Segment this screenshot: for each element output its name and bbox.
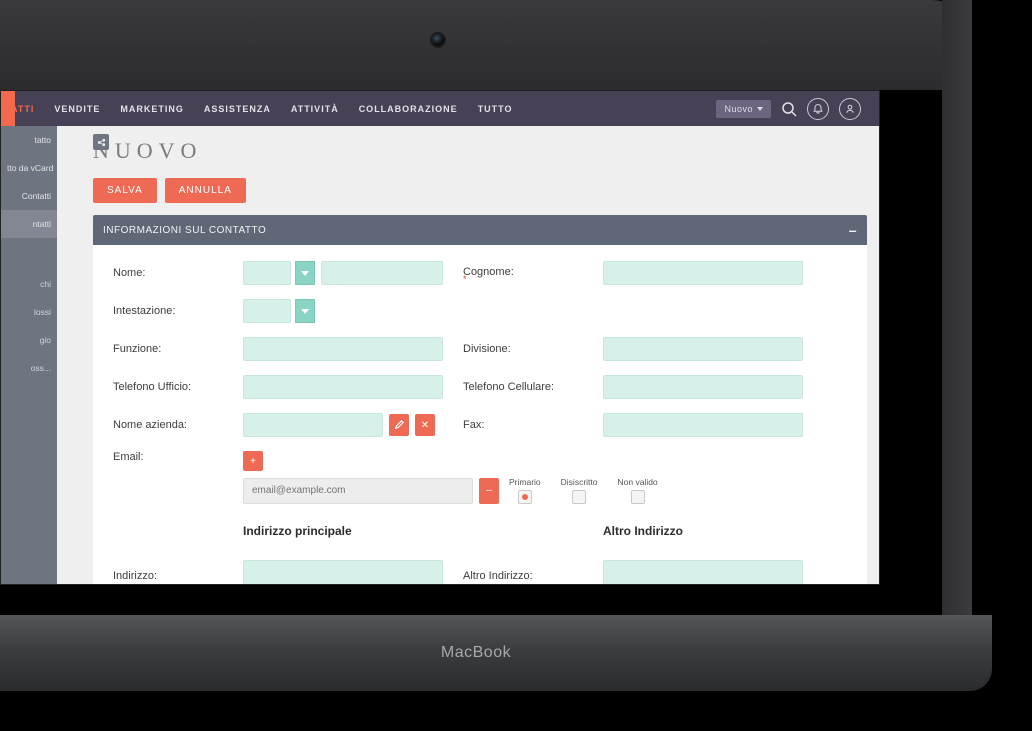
intestazione-dropdown-icon[interactable] bbox=[295, 299, 315, 323]
sb-contatto[interactable]: tatto bbox=[1, 126, 57, 154]
funzione-input[interactable] bbox=[243, 337, 443, 361]
nav-left: ATTI VENDITE MARKETING ASSISTENZA ATTIVI… bbox=[1, 104, 523, 114]
page-title: NUOVO bbox=[57, 126, 879, 178]
label-telufficio: Telefono Ufficio: bbox=[113, 381, 223, 393]
email-input[interactable] bbox=[243, 478, 473, 504]
nome-group bbox=[243, 261, 443, 285]
label-cognome-text: Cognome: bbox=[463, 266, 514, 278]
label-intestazione: Intestazione: bbox=[113, 305, 223, 317]
laptop-deck: MacBook bbox=[0, 615, 992, 691]
label-disiscritto: Disiscritto bbox=[561, 477, 598, 487]
label-nonvalido: Non valido bbox=[618, 477, 658, 487]
new-button[interactable]: Nuovo bbox=[716, 100, 771, 118]
nav-right: Nuovo bbox=[716, 98, 879, 120]
divisione-input[interactable] bbox=[603, 337, 803, 361]
sb-vcard[interactable]: tto da vCard bbox=[1, 154, 57, 182]
section-indirizzo-principale: Indirizzo principale bbox=[243, 524, 443, 538]
top-nav: ATTI VENDITE MARKETING ASSISTENZA ATTIVI… bbox=[1, 91, 879, 126]
sb-contatti[interactable]: Contatti bbox=[1, 182, 57, 210]
salutation-field[interactable] bbox=[243, 261, 291, 285]
email-block: Email: + – Primario bbox=[113, 451, 803, 504]
intestazione-field[interactable] bbox=[243, 299, 291, 323]
section-altro-indirizzo: Altro Indirizzo bbox=[603, 524, 803, 538]
salutation-dropdown-icon[interactable] bbox=[295, 261, 315, 285]
chevron-down-icon bbox=[757, 107, 763, 111]
notifications-icon[interactable] bbox=[807, 98, 829, 120]
collapse-icon[interactable]: – bbox=[849, 222, 857, 238]
fax-input[interactable] bbox=[603, 413, 803, 437]
label-primario: Primario bbox=[509, 477, 541, 487]
nav-assistenza[interactable]: ASSISTENZA bbox=[194, 104, 281, 114]
contact-info-panel: INFORMAZIONI SUL CONTATTO – Nome: bbox=[93, 215, 867, 584]
email-add-icon[interactable]: + bbox=[243, 451, 263, 471]
sb-blank[interactable] bbox=[1, 252, 57, 270]
body: tatto tto da vCard Contatti ntatti chi l… bbox=[1, 126, 879, 584]
salutation-select[interactable] bbox=[243, 261, 315, 285]
label-cognome: Cognome: * bbox=[463, 266, 583, 281]
sb-oss[interactable]: oss... bbox=[1, 354, 57, 382]
save-button[interactable]: SALVA bbox=[93, 178, 157, 203]
email-flags: Primario Disiscritto bbox=[509, 477, 658, 504]
camera-icon bbox=[432, 34, 444, 46]
label-telcell: Telefono Cellulare: bbox=[463, 381, 583, 393]
label-email: Email: bbox=[113, 451, 223, 463]
cancel-button[interactable]: ANNULLA bbox=[165, 178, 246, 203]
email-controls: + – Primario bbox=[243, 451, 658, 504]
azienda-input[interactable] bbox=[243, 413, 383, 437]
nav-vendite[interactable]: VENDITE bbox=[44, 104, 110, 114]
panel-title: INFORMAZIONI SUL CONTATTO bbox=[103, 225, 266, 236]
user-icon[interactable] bbox=[839, 98, 861, 120]
label-indirizzo: Indirizzo: bbox=[113, 570, 223, 582]
sidebar: tatto tto da vCard Contatti ntatti chi l… bbox=[1, 126, 57, 584]
brand-accent bbox=[1, 91, 15, 126]
email-row: – Primario Disiscritto bbox=[243, 477, 658, 504]
sb-chi[interactable]: chi bbox=[1, 270, 57, 298]
action-row: SALVA ANNULLA bbox=[57, 178, 879, 215]
altroind-input[interactable] bbox=[603, 560, 803, 584]
screen: ATTI VENDITE MARKETING ASSISTENZA ATTIVI… bbox=[0, 90, 880, 585]
sb-rossi[interactable]: lossi bbox=[1, 298, 57, 326]
crm-app: ATTI VENDITE MARKETING ASSISTENZA ATTIVI… bbox=[1, 91, 879, 584]
disiscritto-checkbox[interactable] bbox=[572, 490, 586, 504]
main-content: NUOVO SALVA ANNULLA INFORMAZIONI SUL CON… bbox=[57, 126, 879, 584]
panel-header: INFORMAZIONI SUL CONTATTO – bbox=[93, 215, 867, 245]
azienda-row: ✕ bbox=[243, 413, 443, 437]
label-nome: Nome: bbox=[113, 267, 223, 279]
panel-body: Nome: Cognome: bbox=[93, 245, 867, 584]
label-azienda: Nome azienda: bbox=[113, 419, 223, 431]
primario-col: Primario bbox=[509, 477, 541, 504]
laptop-bezel-right bbox=[942, 0, 972, 625]
primario-radio[interactable] bbox=[518, 490, 532, 504]
disiscritto-col: Disiscritto bbox=[561, 477, 598, 504]
indirizzo-input[interactable] bbox=[243, 560, 443, 584]
label-divisione: Divisione: bbox=[463, 343, 583, 355]
nav-tutto[interactable]: TUTTO bbox=[468, 104, 523, 114]
new-button-label: Nuovo bbox=[724, 104, 753, 114]
nonvalido-checkbox[interactable] bbox=[631, 490, 645, 504]
label-fax: Fax: bbox=[463, 419, 583, 431]
label-funzione: Funzione: bbox=[113, 343, 223, 355]
form-grid: Nome: Cognome: bbox=[113, 261, 847, 584]
azienda-clear-icon[interactable]: ✕ bbox=[415, 414, 435, 436]
intestazione-select[interactable] bbox=[243, 299, 443, 323]
telufficio-input[interactable] bbox=[243, 375, 443, 399]
nav-collaborazione[interactable]: COLLABORAZIONE bbox=[349, 104, 468, 114]
laptop-bezel bbox=[0, 0, 972, 90]
laptop-frame: ATTI VENDITE MARKETING ASSISTENZA ATTIVI… bbox=[0, 0, 1032, 731]
telcell-input[interactable] bbox=[603, 375, 803, 399]
search-icon[interactable] bbox=[781, 101, 797, 117]
nav-attivita[interactable]: ATTIVITÀ bbox=[281, 104, 349, 114]
laptop-brand-label: MacBook bbox=[441, 644, 511, 662]
share-icon[interactable] bbox=[93, 134, 109, 150]
nome-input[interactable] bbox=[321, 261, 443, 285]
cognome-input[interactable] bbox=[603, 261, 803, 285]
nonvalido-col: Non valido bbox=[618, 477, 658, 504]
sb-contatti2[interactable]: ntatti bbox=[1, 210, 57, 238]
email-remove-icon[interactable]: – bbox=[479, 478, 499, 504]
azienda-edit-icon[interactable] bbox=[389, 414, 409, 436]
label-altroind: Altro Indirizzo: bbox=[463, 570, 583, 582]
sb-gio[interactable]: gio bbox=[1, 326, 57, 354]
nav-marketing[interactable]: MARKETING bbox=[110, 104, 194, 114]
sidebar-divider bbox=[1, 238, 57, 252]
